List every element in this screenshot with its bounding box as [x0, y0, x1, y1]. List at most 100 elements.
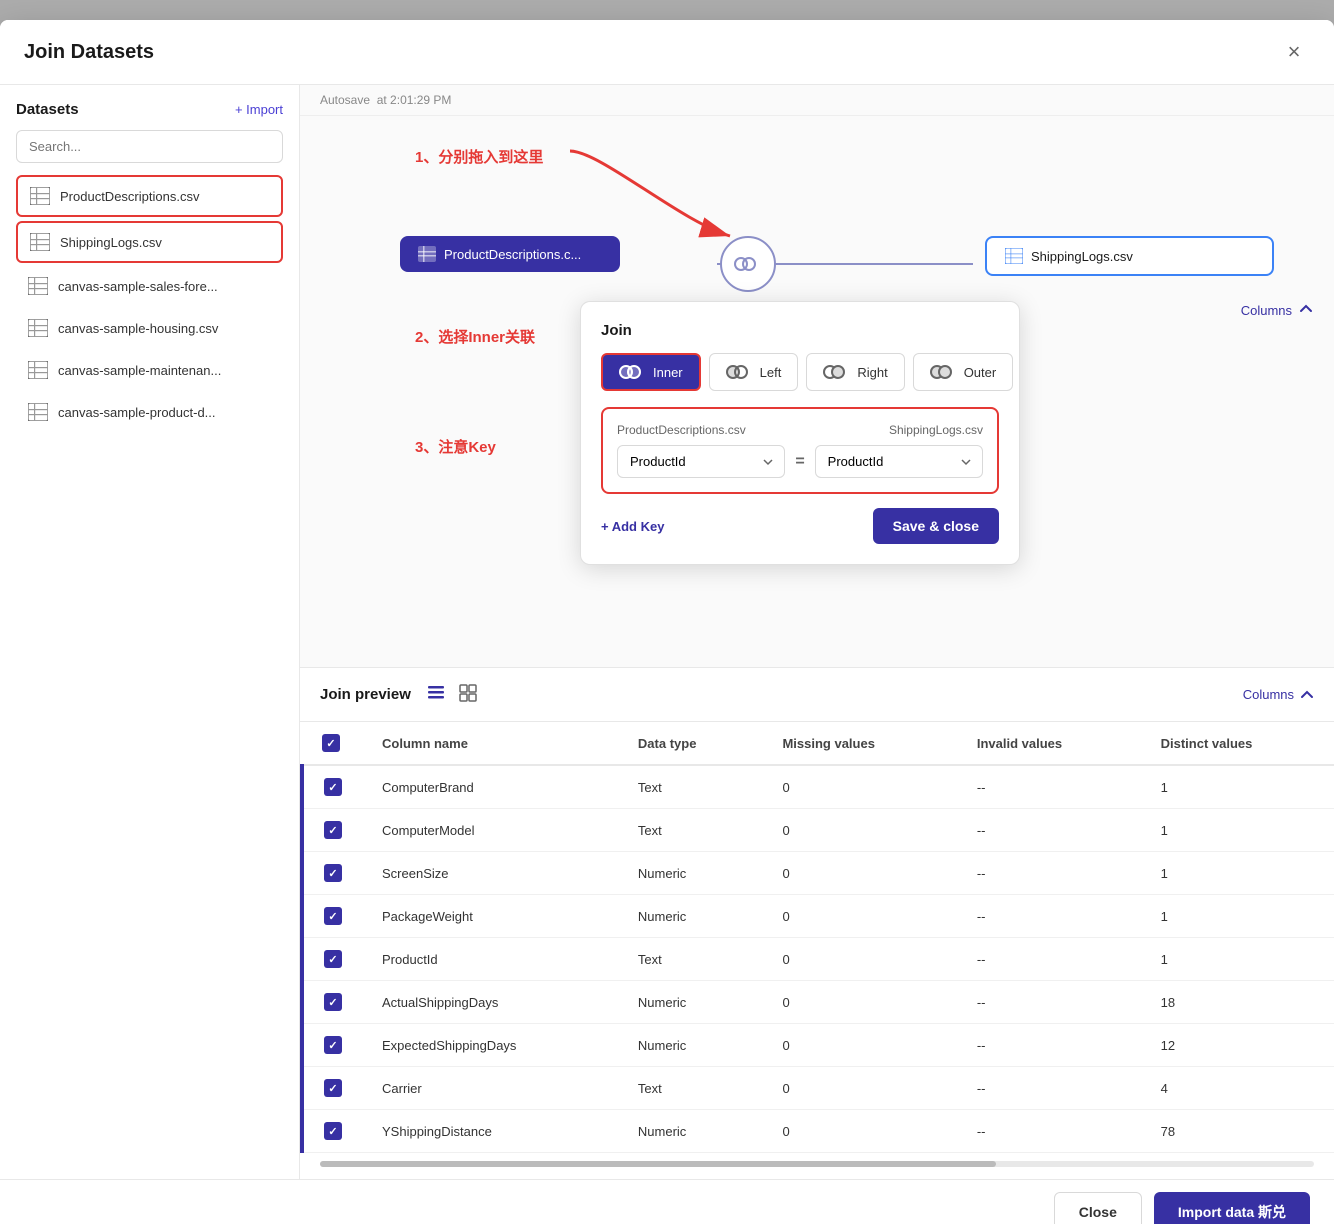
join-circle-button[interactable] [720, 236, 776, 292]
row-invalid: -- [957, 852, 1141, 895]
inner-label: Inner [653, 365, 683, 380]
list-icon [427, 684, 445, 702]
dataset-name: canvas-sample-housing.csv [58, 321, 218, 336]
table-body: ComputerBrand Text 0 -- 1 ComputerModel … [302, 765, 1334, 1153]
row-data-type: Text [618, 1067, 763, 1110]
row-checkbox[interactable] [324, 907, 342, 925]
row-data-type: Numeric [618, 852, 763, 895]
left-node-label: ProductDescriptions.c... [444, 247, 581, 262]
dataset-table-icon [30, 187, 50, 205]
row-distinct: 78 [1141, 1110, 1334, 1153]
join-datasets-modal: Join Datasets × Datasets + Import Produc… [0, 20, 1334, 1224]
dataset-name: ProductDescriptions.csv [60, 189, 199, 204]
chevron-up-icon-2 [1300, 688, 1314, 702]
row-missing: 0 [762, 895, 956, 938]
left-dataset-node[interactable]: ProductDescriptions.c... [400, 236, 620, 272]
dataset-item[interactable]: canvas-sample-sales-fore... [16, 267, 283, 305]
preview-title: Join preview [320, 686, 411, 703]
list-view-button[interactable] [423, 680, 449, 709]
dataset-table-icon [30, 233, 50, 251]
data-type-header: Data type [618, 722, 763, 765]
dataset-name: canvas-sample-sales-fore... [58, 279, 218, 294]
join-type-outer[interactable]: Outer [913, 353, 1014, 391]
join-type-inner[interactable]: Inner [601, 353, 701, 391]
dataset-item[interactable]: ShippingLogs.csv [16, 221, 283, 263]
row-distinct: 1 [1141, 938, 1334, 981]
row-distinct: 12 [1141, 1024, 1334, 1067]
main-area: Autosave at 2:01:29 PM 1、分别拖入到这里 [300, 85, 1334, 1179]
columns-label: Columns [1241, 303, 1292, 318]
join-circles-icon [734, 255, 762, 273]
right-key-select[interactable]: ProductId [815, 445, 983, 478]
outer-circles-icon [930, 363, 958, 381]
footer-close-button[interactable]: Close [1054, 1192, 1142, 1224]
sidebar: Datasets + Import ProductDescriptions.cs… [0, 85, 300, 1179]
row-checkbox[interactable] [324, 821, 342, 839]
scrollbar-track[interactable] [300, 1153, 1334, 1179]
row-data-type: Numeric [618, 895, 763, 938]
join-type-left[interactable]: Left [709, 353, 799, 391]
add-key-button[interactable]: + Add Key [601, 519, 664, 534]
row-missing: 0 [762, 1067, 956, 1110]
equals-sign: = [795, 453, 804, 471]
footer-import-button[interactable]: Import data 斯兑 [1154, 1192, 1310, 1224]
table-icon-right [1005, 248, 1023, 264]
dataset-item[interactable]: canvas-sample-product-d... [16, 393, 283, 431]
row-checkbox[interactable] [324, 1079, 342, 1097]
key-headers: ProductDescriptions.csv ShippingLogs.csv [617, 423, 983, 437]
popup-footer: + Add Key Save & close [601, 508, 999, 544]
search-input[interactable] [16, 130, 283, 163]
select-all-checkbox[interactable] [322, 734, 340, 752]
columns-expand-button[interactable] [1298, 301, 1314, 320]
table-row: ExpectedShippingDays Numeric 0 -- 12 [302, 1024, 1334, 1067]
dataset-item[interactable]: ProductDescriptions.csv [16, 175, 283, 217]
columns-toggle-button[interactable]: Columns [1243, 687, 1314, 702]
row-distinct: 4 [1141, 1067, 1334, 1110]
save-close-button[interactable]: Save & close [873, 508, 999, 544]
import-button[interactable]: + Import [235, 102, 283, 117]
autosave-time: at 2:01:29 PM [377, 93, 452, 107]
autosave-text: Autosave [320, 93, 370, 107]
row-checkbox[interactable] [324, 1036, 342, 1054]
left-key-select[interactable]: ProductId [617, 445, 785, 478]
row-checkbox[interactable] [324, 778, 342, 796]
table-row: ProductId Text 0 -- 1 [302, 938, 1334, 981]
row-column-name: ActualShippingDays [362, 981, 618, 1024]
dataset-name: canvas-sample-maintenan... [58, 363, 221, 378]
table-row: Carrier Text 0 -- 4 [302, 1067, 1334, 1110]
columns-btn-label: Columns [1243, 687, 1294, 702]
connector-line-right [773, 263, 973, 265]
close-icon[interactable]: × [1278, 36, 1310, 68]
preview-table: Column name Data type Missing values Inv… [300, 722, 1334, 1153]
right-label: Right [857, 365, 887, 380]
row-data-type: Numeric [618, 981, 763, 1024]
row-checkbox[interactable] [324, 993, 342, 1011]
row-checkbox[interactable] [324, 1122, 342, 1140]
row-missing: 0 [762, 981, 956, 1024]
view-toggle [423, 680, 481, 709]
row-checkbox[interactable] [324, 950, 342, 968]
key-row: ProductId = ProductId [617, 445, 983, 478]
dataset-item[interactable]: canvas-sample-housing.csv [16, 309, 283, 347]
row-data-type: Text [618, 765, 763, 809]
join-type-right[interactable]: Right [806, 353, 904, 391]
chevron-up-icon [1298, 301, 1314, 317]
grid-view-button[interactable] [455, 680, 481, 709]
dataset-item[interactable]: canvas-sample-maintenan... [16, 351, 283, 389]
table-row: ComputerModel Text 0 -- 1 [302, 809, 1334, 852]
right-dataset-node[interactable]: ShippingLogs.csv [985, 236, 1274, 276]
row-invalid: -- [957, 1110, 1141, 1153]
modal-footer: Close Import data 斯兑 [0, 1179, 1334, 1224]
table-row: ScreenSize Numeric 0 -- 1 [302, 852, 1334, 895]
autosave-bar: Autosave at 2:01:29 PM [300, 85, 1334, 116]
row-checkbox[interactable] [324, 864, 342, 882]
row-missing: 0 [762, 1110, 956, 1153]
row-missing: 0 [762, 938, 956, 981]
row-invalid: -- [957, 809, 1141, 852]
right-circles-icon [823, 363, 851, 381]
modal-body: Datasets + Import ProductDescriptions.cs… [0, 85, 1334, 1179]
row-distinct: 1 [1141, 809, 1334, 852]
left-table-header: ProductDescriptions.csv [617, 423, 746, 437]
table-row: ActualShippingDays Numeric 0 -- 18 [302, 981, 1334, 1024]
sidebar-title: Datasets [16, 101, 79, 118]
